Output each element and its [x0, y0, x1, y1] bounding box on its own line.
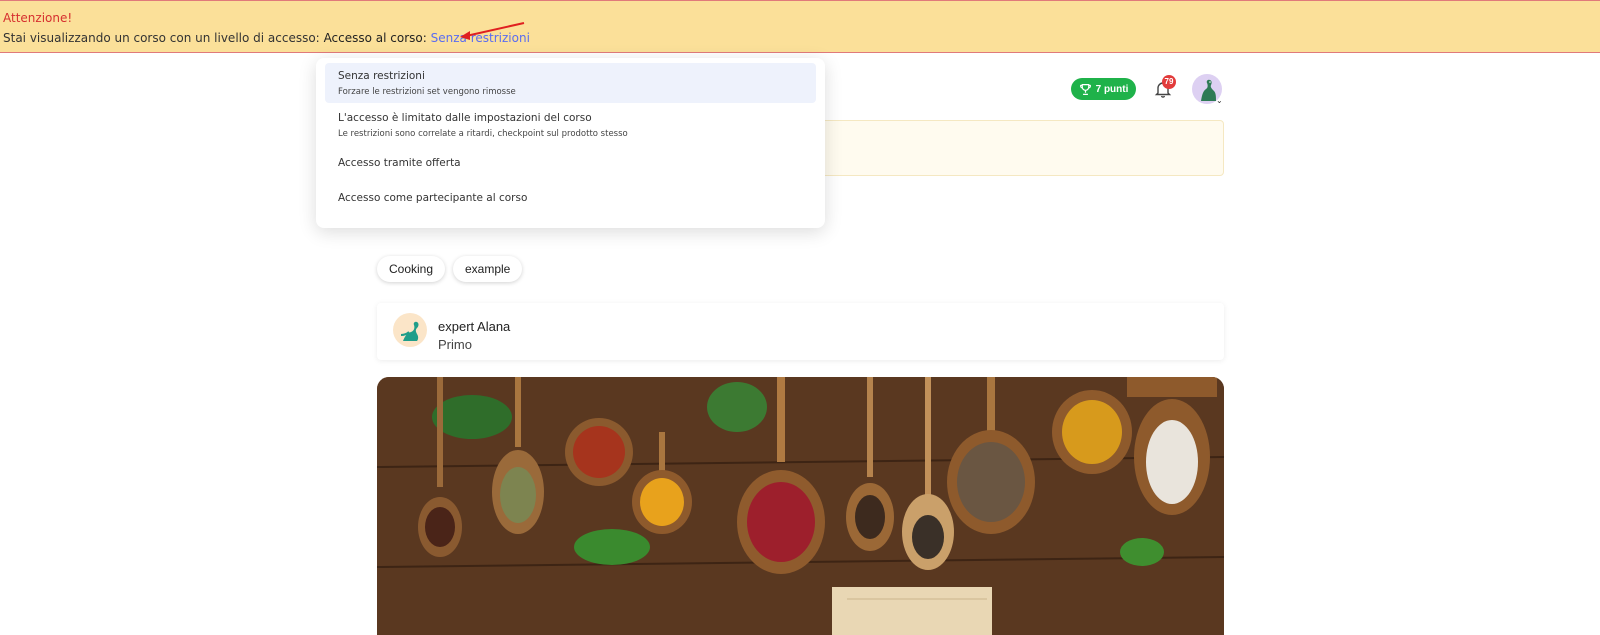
option-title: Senza restrizioni — [338, 70, 425, 82]
access-option-course-settings[interactable]: L'accesso è limitato dalle impostazioni … — [325, 106, 816, 146]
option-title: L'accesso è limitato dalle impostazioni … — [338, 112, 592, 124]
author-avatar — [393, 313, 427, 347]
tag-example[interactable]: example — [453, 256, 523, 282]
access-option-participant[interactable]: Accesso come partecipante al corso — [325, 185, 816, 213]
author-card[interactable]: expert Alana Primo — [377, 303, 1224, 360]
banner-message: Stai visualizzando un corso con un livel… — [3, 31, 320, 45]
author-role: Primo — [438, 337, 472, 352]
tag-cooking[interactable]: Cooking — [377, 256, 446, 282]
author-name: expert Alana — [438, 319, 511, 334]
trophy-icon — [1079, 83, 1091, 95]
access-option-offer[interactable]: Accesso tramite offerta — [325, 150, 816, 178]
banner-message-line: Stai visualizzando un corso con un livel… — [3, 31, 530, 45]
points-badge[interactable]: 7 punti — [1071, 78, 1136, 100]
points-label: 7 punti — [1095, 83, 1129, 95]
access-warning-banner: Attenzione! Stai visualizzando un corso … — [0, 0, 1600, 53]
banner-title: Attenzione! — [3, 11, 73, 25]
option-title: Accesso tramite offerta — [338, 157, 461, 169]
red-arrow-icon — [460, 22, 525, 40]
option-description: Le restrizioni sono correlate a ritardi,… — [338, 129, 628, 139]
spices-image — [377, 377, 1224, 635]
access-level-dropdown: Senza restrizioni Forzare le restrizioni… — [316, 58, 825, 228]
notifications-count-badge: 79 — [1162, 75, 1176, 89]
chevron-down-icon[interactable]: ⌄ — [1216, 96, 1223, 105]
option-title: Accesso come partecipante al corso — [338, 192, 528, 204]
banner-course-label: Accesso al corso: — [323, 31, 427, 45]
dinosaur-icon — [400, 321, 419, 341]
course-hero-image — [377, 377, 1224, 635]
option-description: Forzare le restrizioni set vengono rimos… — [338, 87, 516, 97]
access-option-no-restrictions[interactable]: Senza restrizioni Forzare le restrizioni… — [325, 63, 816, 103]
